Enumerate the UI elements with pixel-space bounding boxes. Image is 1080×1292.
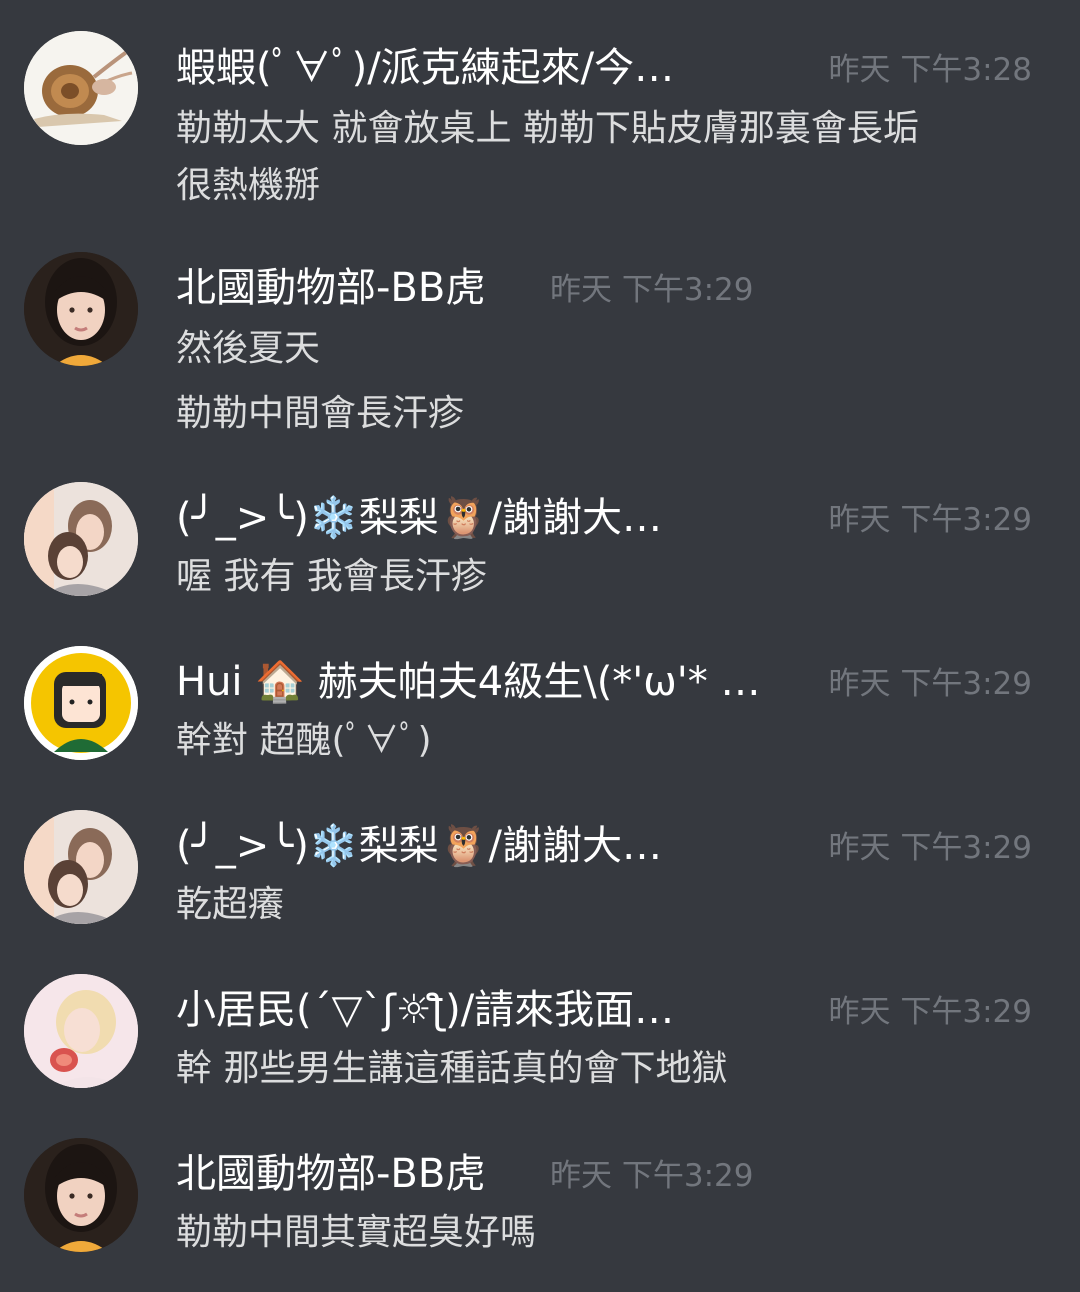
timestamp: 昨天 下午3:29: [828, 502, 1032, 538]
message-header: (╯_>╰)❄️梨梨🦉/謝謝大… 昨天 下午3:29: [176, 816, 1056, 876]
avatar[interactable]: [24, 646, 138, 760]
message-group: 蝦蝦(ﾟ∀ﾟ)/派克練起來/今… 昨天 下午3:28 勒勒太大 就會放桌上 勒勒…: [0, 30, 1080, 220]
chat-message-list: 蝦蝦(ﾟ∀ﾟ)/派克練起來/今… 昨天 下午3:28 勒勒太大 就會放桌上 勒勒…: [0, 0, 1080, 1292]
message-group: 北國動物部-BB虎 昨天 下午3:29 然後夏天 勒勒中間會長汗疹: [0, 252, 1080, 442]
message-group: 小居民(´▽`ʃ☼ƪ)/請來我面… 昨天 下午3:29 幹 那些男生講這種話真的…: [0, 974, 1080, 1104]
timestamp: 昨天 下午3:29: [828, 666, 1032, 702]
username[interactable]: 北國動物部-BB虎: [176, 258, 485, 318]
message-header: Hui 🏠 赫夫帕夫4級生\(*'ω'* … 昨天 下午3:29: [176, 652, 1056, 712]
message-header: (╯_>╰)❄️梨梨🦉/謝謝大… 昨天 下午3:29: [176, 488, 1056, 548]
message-text: 喔 我有 我會長汗疹: [176, 556, 487, 597]
timestamp: 昨天 下午3:29: [828, 830, 1032, 866]
username[interactable]: Hui 🏠 赫夫帕夫4級生\(*'ω'* …: [176, 652, 820, 712]
message-header: 北國動物部-BB虎 昨天 下午3:29: [176, 258, 1056, 318]
timestamp: 昨天 下午3:29: [828, 994, 1032, 1030]
message-group: (╯_>╰)❄️梨梨🦉/謝謝大… 昨天 下午3:29 喔 我有 我會長汗疹: [0, 482, 1080, 612]
avatar[interactable]: [24, 482, 138, 596]
avatar[interactable]: [24, 252, 138, 366]
timestamp: 昨天 下午3:29: [550, 1158, 754, 1194]
message-text: 勒勒中間其實超臭好嗎: [176, 1212, 537, 1253]
timestamp: 昨天 下午3:29: [550, 272, 754, 308]
selfie-icon: [24, 482, 138, 596]
avatar[interactable]: [24, 31, 138, 145]
portrait-icon: [24, 252, 138, 366]
message-text: 勒勒中間會長汗疹: [176, 393, 465, 434]
message-header: 北國動物部-BB虎 昨天 下午3:29: [176, 1144, 1056, 1204]
username[interactable]: (╯_>╰)❄️梨梨🦉/謝謝大…: [176, 488, 780, 548]
snail-icon: [24, 31, 138, 145]
portrait-icon: [24, 1138, 138, 1252]
message-text: 幹 那些男生講這種話真的會下地獄: [176, 1048, 728, 1089]
username[interactable]: (╯_>╰)❄️梨梨🦉/謝謝大…: [176, 816, 780, 876]
timestamp: 昨天 下午3:28: [828, 52, 1032, 88]
selfie-icon: [24, 810, 138, 924]
message-text: 很熱機掰: [176, 165, 321, 206]
message-header: 小居民(´▽`ʃ☼ƪ)/請來我面… 昨天 下午3:29: [176, 980, 1056, 1040]
message-text: 勒勒太大 就會放桌上 勒勒下貼皮膚那裏會長垢: [176, 108, 919, 149]
avatar[interactable]: [24, 1138, 138, 1252]
username[interactable]: 小居民(´▽`ʃ☼ƪ)/請來我面…: [176, 980, 792, 1040]
username[interactable]: 蝦蝦(ﾟ∀ﾟ)/派克練起來/今…: [176, 38, 816, 98]
username[interactable]: 北國動物部-BB虎: [176, 1144, 485, 1204]
message-text: 然後夏天: [176, 328, 321, 369]
avatar[interactable]: [24, 974, 138, 1088]
message-header: 蝦蝦(ﾟ∀ﾟ)/派克練起來/今… 昨天 下午3:28: [176, 38, 1056, 98]
message-text: 幹對 超醜(ﾟ∀ﾟ): [176, 720, 432, 761]
message-group: 北國動物部-BB虎 昨天 下午3:29 勒勒中間其實超臭好嗎: [0, 1138, 1080, 1268]
message-group: Hui 🏠 赫夫帕夫4級生\(*'ω'* … 昨天 下午3:29 幹對 超醜(ﾟ…: [0, 646, 1080, 776]
message-group: (╯_>╰)❄️梨梨🦉/謝謝大… 昨天 下午3:29 乾超癢: [0, 810, 1080, 940]
message-text: 乾超癢: [176, 884, 285, 925]
avatar[interactable]: [24, 810, 138, 924]
cartoon-girl-icon: [24, 646, 138, 760]
blonde-girl-icon: [24, 974, 138, 1088]
